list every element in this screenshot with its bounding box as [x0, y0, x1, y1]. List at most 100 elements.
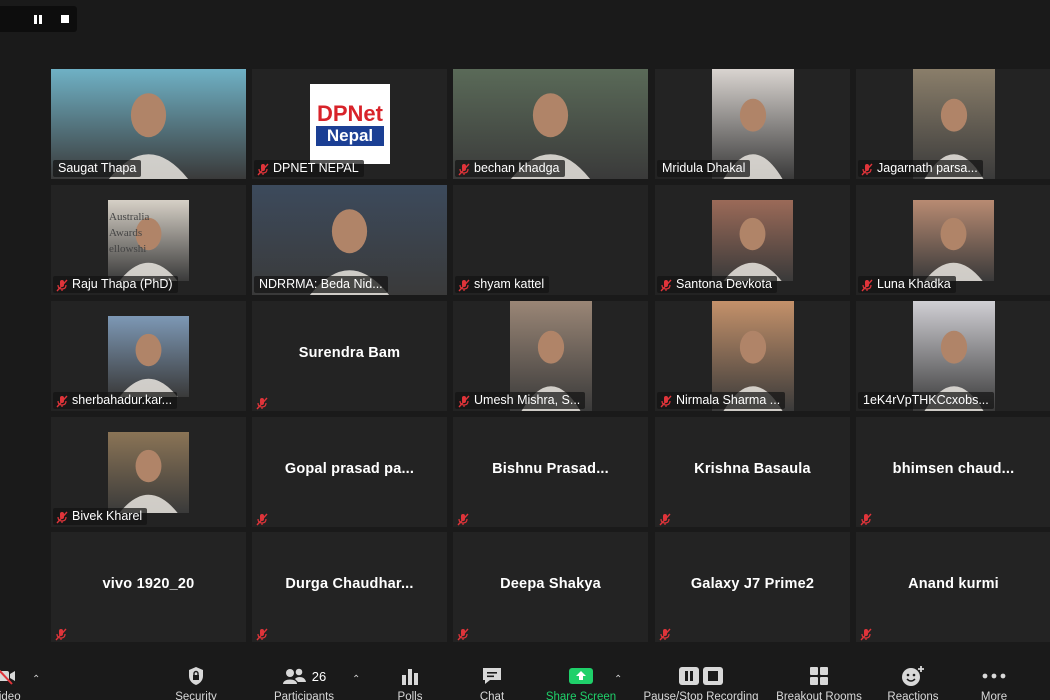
- participant-display-name: bhimsen chaud...: [892, 461, 1015, 477]
- mic-muted-icon: [860, 628, 872, 641]
- mic-muted-icon: [860, 513, 872, 526]
- chat-button[interactable]: Chat: [472, 664, 512, 700]
- participant-display-name: Galaxy J7 Prime2: [690, 576, 815, 592]
- participant-name: shyam kattel: [474, 277, 545, 291]
- participant-tile[interactable]: Surendra Bam: [252, 301, 447, 411]
- mic-muted-icon: [659, 513, 671, 526]
- participant-video: [712, 200, 793, 281]
- share-screen-button[interactable]: Share Screen: [543, 664, 619, 700]
- participant-tile[interactable]: sherbahadur.kar...: [51, 301, 246, 411]
- participant-tile[interactable]: Jagarnath parsa...: [856, 69, 1050, 179]
- security-button[interactable]: Security: [170, 664, 222, 700]
- recording-controls-icon: [636, 664, 766, 688]
- reactions-label: Reactions: [887, 691, 939, 700]
- share-screen-label: Share Screen: [545, 691, 617, 700]
- participant-name-label: shyam kattel: [455, 276, 550, 293]
- breakout-rooms-icon: [770, 664, 868, 688]
- mic-muted-icon: [458, 395, 470, 407]
- video-button[interactable]: Video: [0, 664, 26, 700]
- participants-button[interactable]: 26 Participants: [266, 664, 342, 700]
- participant-name-label: Luna Khadka: [858, 276, 956, 293]
- participant-name: 1eK4rVpTHKCcxobs...: [863, 393, 989, 407]
- mic-muted-icon: [458, 279, 470, 291]
- participant-display-name: Gopal prasad pa...: [284, 461, 415, 477]
- participant-tile[interactable]: DPNet Nepal DPNET NEPAL: [252, 69, 447, 179]
- participants-label: Participants: [273, 691, 335, 700]
- logo-text: DPNet: [316, 101, 383, 126]
- participant-tile[interactable]: Anand kurmi: [856, 532, 1050, 642]
- logo-text: Nepal: [316, 126, 384, 146]
- participant-tile[interactable]: Bivek Kharel: [51, 417, 246, 527]
- participant-tile[interactable]: bechan khadga: [453, 69, 648, 179]
- participant-name: Raju Thapa (PhD): [72, 277, 173, 291]
- participant-display-name: Durga Chaudhar...: [285, 576, 414, 592]
- participant-name: Nirmala Sharma ...: [676, 393, 781, 407]
- breakout-rooms-button[interactable]: Breakout Rooms: [770, 664, 868, 700]
- participant-tile[interactable]: Saugat Thapa: [51, 69, 246, 179]
- participant-tile[interactable]: Gopal prasad pa...: [252, 417, 447, 527]
- participant-tile[interactable]: vivo 1920_20: [51, 532, 246, 642]
- participant-name-label: Saugat Thapa: [53, 160, 142, 177]
- mic-muted-icon: [458, 163, 470, 175]
- participant-tile[interactable]: Mridula Dhakal: [655, 69, 850, 179]
- participant-tile[interactable]: Umesh Mishra, S...: [453, 301, 648, 411]
- reactions-icon: [882, 664, 944, 688]
- participant-name-label: Nirmala Sharma ...: [657, 392, 786, 409]
- recording-controls: [0, 6, 77, 32]
- photo-text: Australia Awards ellowshi: [109, 209, 149, 257]
- participants-icon: 26: [266, 664, 342, 688]
- participant-video: [108, 316, 189, 397]
- participant-tile[interactable]: Australia Awards ellowshi Raju Thapa (PhD): [51, 185, 246, 295]
- pause-stop-recording-button[interactable]: Pause/Stop Recording: [636, 664, 766, 700]
- video-label: Video: [0, 691, 21, 700]
- participant-name-label: Santona Devkota: [657, 276, 777, 293]
- video-off-icon: [0, 664, 26, 688]
- chat-label: Chat: [479, 691, 505, 700]
- mic-muted-icon: [56, 511, 68, 523]
- more-label: More: [980, 691, 1008, 700]
- share-options-caret[interactable]: ⌃: [614, 674, 622, 685]
- participant-tile[interactable]: 1eK4rVpTHKCcxobs...: [856, 301, 1050, 411]
- photo-text-line: Awards: [109, 227, 143, 239]
- participants-options-caret[interactable]: ⌃: [352, 674, 360, 685]
- participant-tile[interactable]: Bishnu Prasad...: [453, 417, 648, 527]
- participant-tile[interactable]: Krishna Basaula: [655, 417, 850, 527]
- participant-tile[interactable]: Deepa Shakya: [453, 532, 648, 642]
- participant-name: Santona Devkota: [676, 277, 772, 291]
- mic-muted-icon: [256, 513, 268, 526]
- participant-tile[interactable]: Luna Khadka: [856, 185, 1050, 295]
- participant-tile[interactable]: NDRRMA: Beda Nid...: [252, 185, 447, 295]
- reactions-button[interactable]: Reactions: [882, 664, 944, 700]
- recording-label: Pause/Stop Recording: [643, 691, 759, 700]
- video-options-caret[interactable]: ⌃: [32, 674, 40, 685]
- participant-tile[interactable]: Santona Devkota: [655, 185, 850, 295]
- participant-display-name: Krishna Basaula: [694, 461, 811, 477]
- stop-recording-icon[interactable]: [61, 15, 69, 23]
- participant-tile[interactable]: Durga Chaudhar...: [252, 532, 447, 642]
- participant-name: Saugat Thapa: [58, 161, 137, 175]
- participant-name-label: sherbahadur.kar...: [53, 392, 178, 409]
- pause-recording-icon[interactable]: [33, 15, 43, 24]
- participant-name: Luna Khadka: [877, 277, 951, 291]
- zoom-meeting-window: Saugat Thapa DPNet Nepal DPNET NEPAL bechan …: [0, 0, 1050, 700]
- participants-count: 26: [311, 668, 327, 684]
- polls-button[interactable]: Polls: [390, 664, 430, 700]
- participant-tile[interactable]: Galaxy J7 Prime2: [655, 532, 850, 642]
- more-button[interactable]: More: [972, 664, 1016, 700]
- photo-text-line: Australia: [109, 211, 150, 223]
- mic-muted-icon: [256, 628, 268, 641]
- participant-display-name: Bishnu Prasad...: [492, 461, 609, 477]
- participant-video: [913, 200, 994, 281]
- participant-name-label: DPNET NEPAL: [254, 160, 364, 177]
- security-label: Security: [175, 691, 217, 700]
- participant-display-name: vivo 1920_20: [102, 576, 195, 592]
- participant-name: Jagarnath parsa...: [877, 161, 978, 175]
- polls-label: Polls: [397, 691, 423, 700]
- participant-tile[interactable]: shyam kattel: [453, 185, 648, 295]
- participant-tile[interactable]: bhimsen chaud...: [856, 417, 1050, 527]
- shield-icon: [170, 664, 222, 688]
- mic-muted-icon: [457, 628, 469, 641]
- breakout-rooms-label: Breakout Rooms: [776, 691, 862, 700]
- share-screen-icon: [543, 664, 619, 688]
- participant-tile[interactable]: Nirmala Sharma ...: [655, 301, 850, 411]
